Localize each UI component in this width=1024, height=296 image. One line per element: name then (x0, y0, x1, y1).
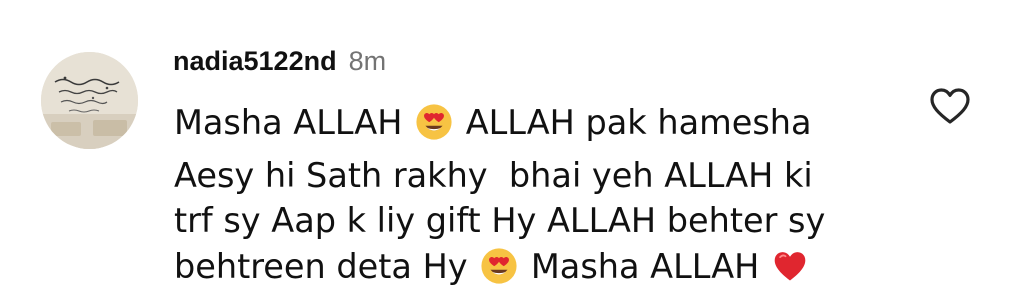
heart-outline-icon (928, 86, 972, 126)
red-heart-emoji-icon (772, 249, 808, 296)
comment-line-text: Masha ALLAH (520, 247, 770, 286)
comment-timestamp: 8m (349, 46, 387, 77)
calligraphy-avatar-icon (41, 52, 138, 149)
comment-line-text: ALLAH pak hamesha (455, 103, 811, 142)
like-button[interactable] (928, 86, 972, 126)
comment-line-text: Masha ALLAH (174, 103, 413, 142)
heart-eyes-emoji-icon (480, 247, 518, 296)
comment-line: Aesy hi Sath rakhy bhai yeh ALLAH ki (174, 153, 894, 199)
comment-item: nadia5122nd 8m Masha ALLAH ALLAH pak ham… (0, 0, 1024, 286)
heart-eyes-emoji-icon (415, 103, 453, 153)
comment-line-text: Aesy hi Sath rakhy bhai yeh ALLAH ki (174, 156, 813, 195)
comment-line: trf sy Aap k liy gift Hy ALLAH behter sy (174, 198, 894, 244)
comment-header: nadia5122nd 8m (173, 46, 386, 82)
comment-line-text: trf sy Aap k liy gift Hy ALLAH behter sy (174, 201, 825, 240)
avatar[interactable] (41, 52, 138, 149)
username-link[interactable]: nadia5122nd (173, 46, 337, 77)
comment-line: behtreen deta Hy Masha ALLAH (174, 244, 894, 296)
comment-line: Masha ALLAH ALLAH pak hamesha (174, 100, 894, 153)
comment-line-text: behtreen deta Hy (174, 247, 478, 286)
comment-text: Masha ALLAH ALLAH pak hamesha Aesy hi Sa… (174, 100, 894, 296)
